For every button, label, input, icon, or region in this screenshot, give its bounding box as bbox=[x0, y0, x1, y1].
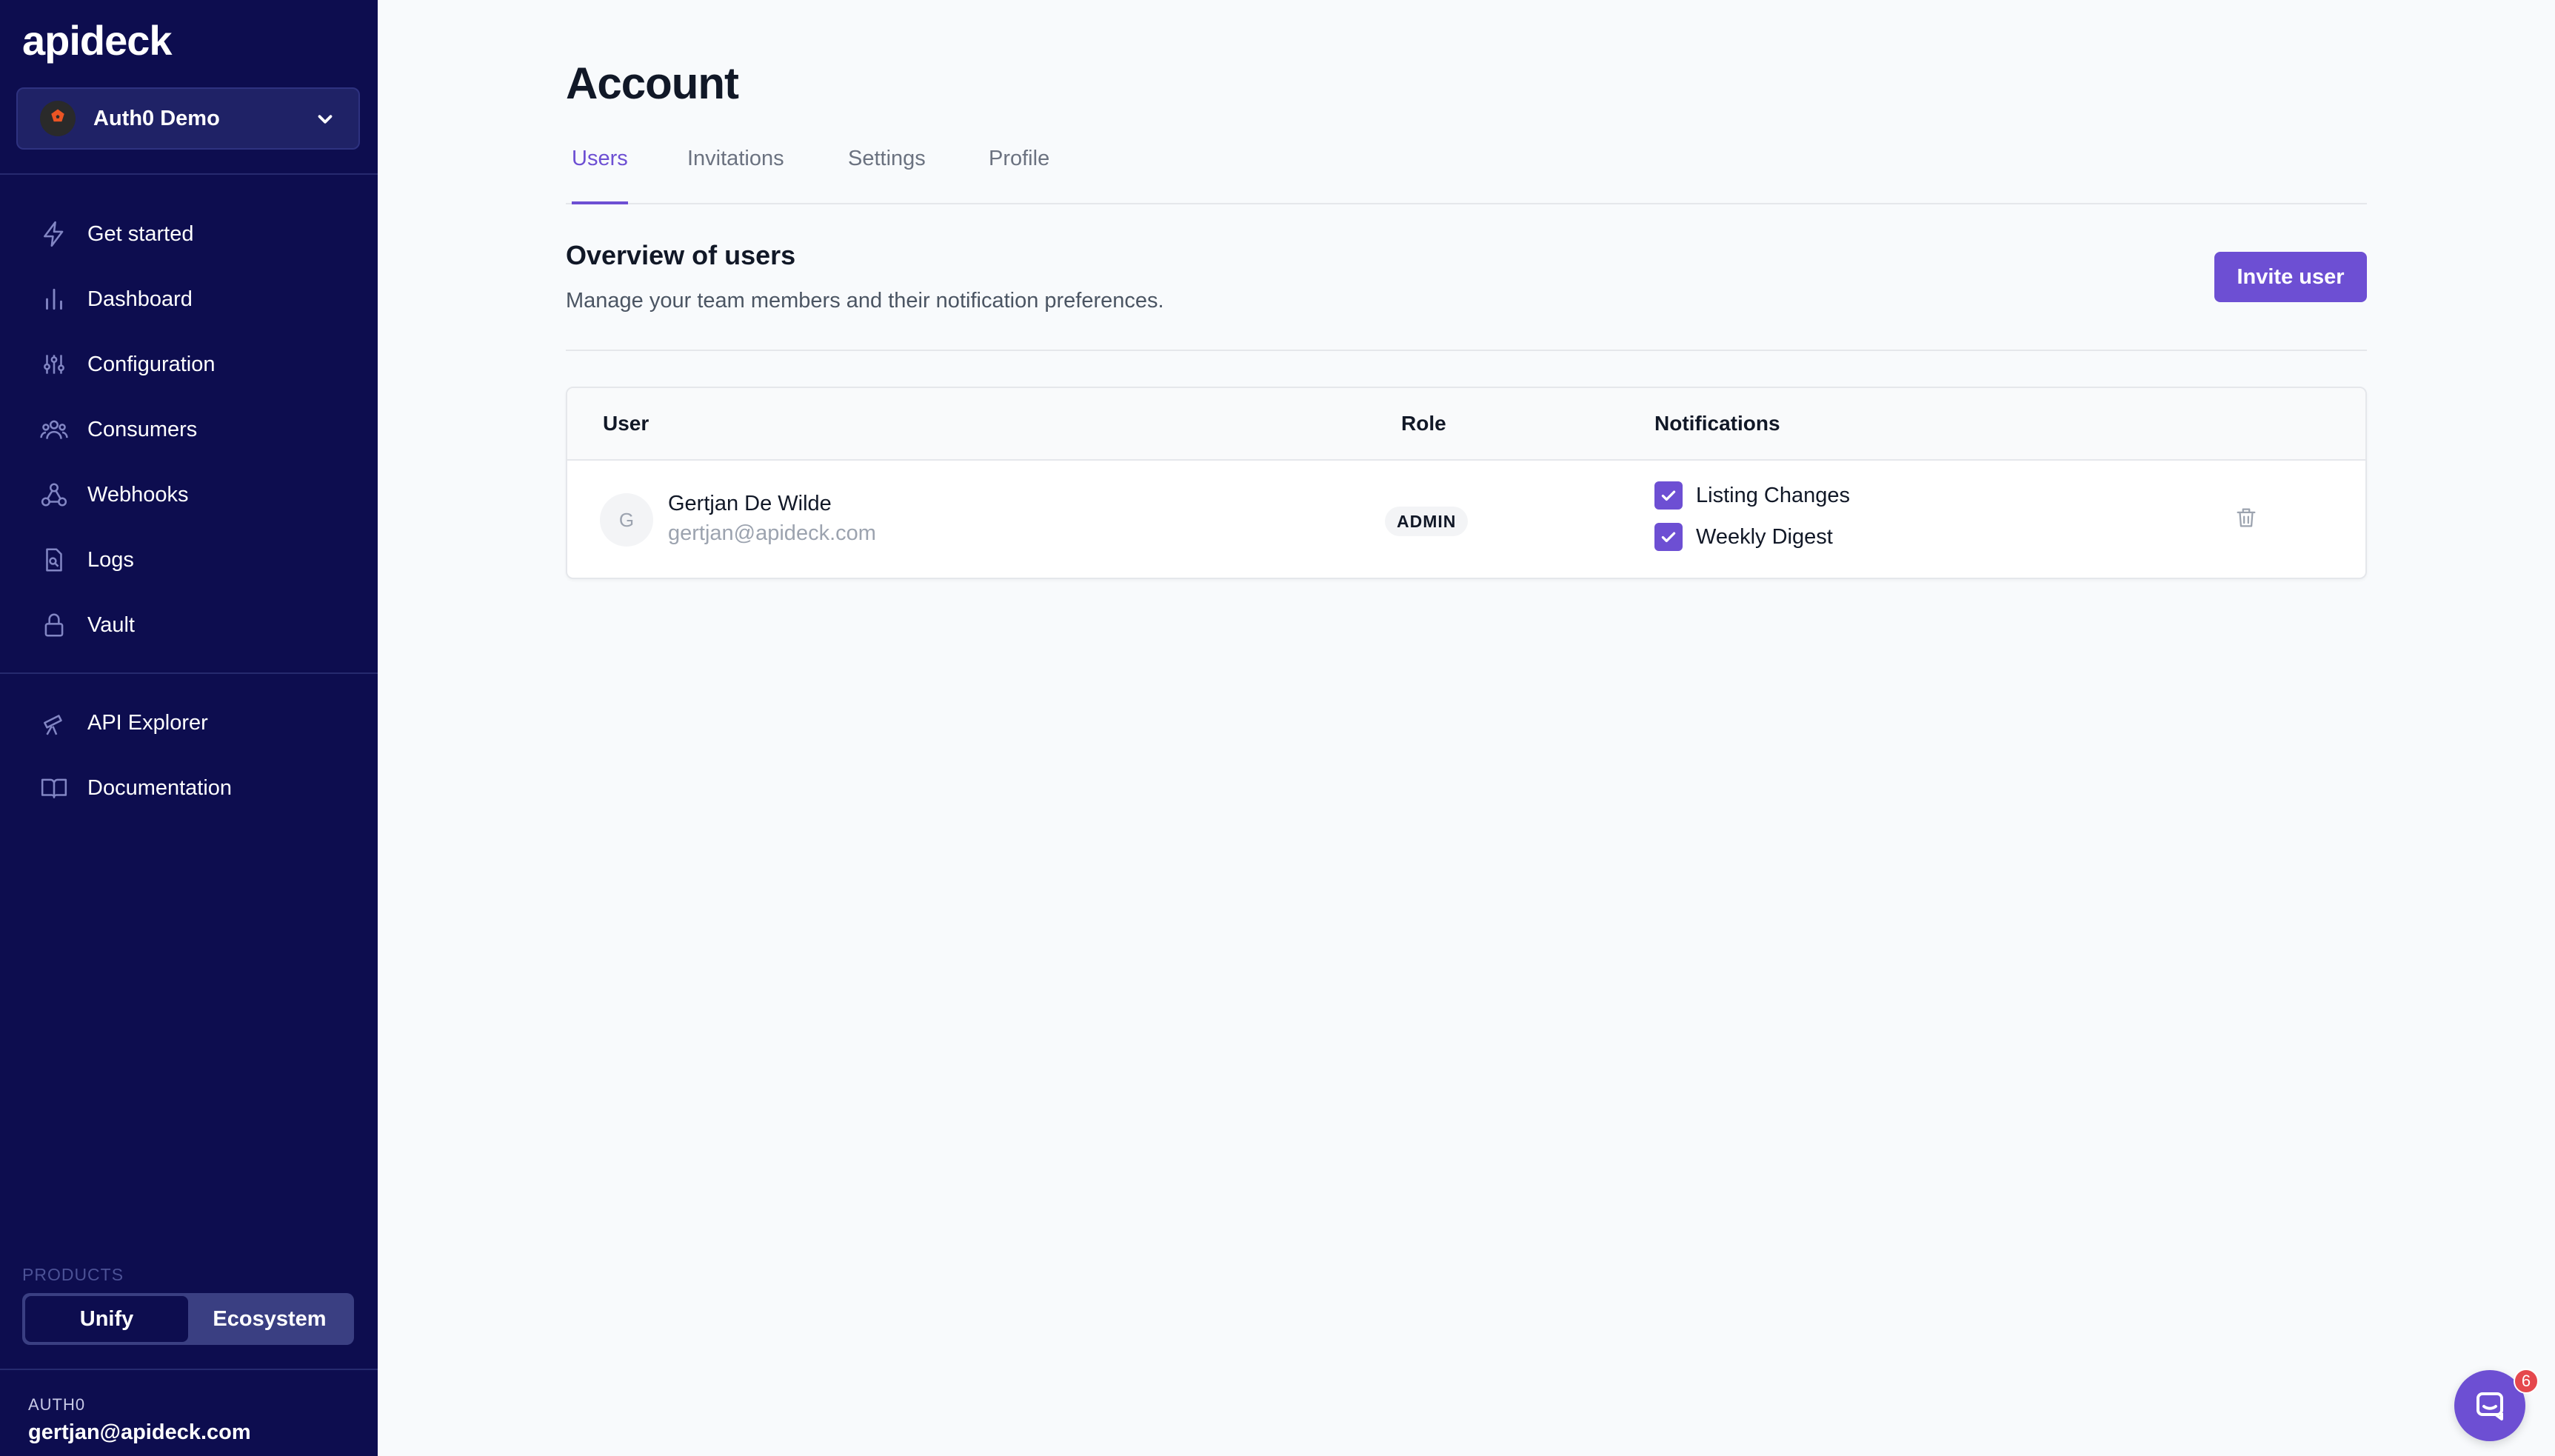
column-header-notifications: Notifications bbox=[1654, 412, 1780, 435]
sidebar-item-label: Logs bbox=[87, 547, 134, 572]
workspace-name: Auth0 Demo bbox=[93, 106, 220, 130]
sidebar-item-vault[interactable]: Vault bbox=[0, 592, 378, 658]
section-divider bbox=[566, 350, 2367, 351]
user-email: gertjan@apideck.com bbox=[668, 521, 876, 545]
tab-profile[interactable]: Profile bbox=[989, 145, 1049, 203]
lock-icon bbox=[44, 613, 64, 637]
tab-invitations[interactable]: Invitations bbox=[687, 145, 784, 203]
check-icon bbox=[1661, 490, 1676, 501]
org-label: AUTH0 bbox=[28, 1395, 86, 1414]
sidebar-item-get-started[interactable]: Get started bbox=[0, 201, 378, 267]
check-icon bbox=[1661, 532, 1676, 543]
sidebar-item-configuration[interactable]: Configuration bbox=[0, 332, 378, 397]
invite-user-button[interactable]: Invite user bbox=[2214, 252, 2367, 302]
book-icon bbox=[41, 778, 67, 798]
tab-settings[interactable]: Settings bbox=[848, 145, 926, 203]
sidebar-secondary-nav: API Explorer Documentation bbox=[0, 690, 378, 821]
weekly-digest-checkbox[interactable] bbox=[1654, 523, 1683, 551]
apideck-logo[interactable]: apideck bbox=[22, 16, 173, 64]
column-header-user: User bbox=[603, 412, 649, 435]
page-title: Account bbox=[566, 59, 739, 108]
sidebar: apideck Auth0 Demo Get started Dashboard… bbox=[0, 0, 378, 1456]
sidebar-item-dashboard[interactable]: Dashboard bbox=[0, 267, 378, 332]
sidebar-item-consumers[interactable]: Consumers bbox=[0, 397, 378, 462]
column-header-role: Role bbox=[1401, 412, 1446, 435]
chat-icon bbox=[2476, 1392, 2503, 1420]
sidebar-item-webhooks[interactable]: Webhooks bbox=[0, 462, 378, 527]
users-table: User Role Notifications G Gertjan De Wil… bbox=[566, 387, 2367, 579]
document-search-icon bbox=[46, 548, 62, 572]
sidebar-item-label: Webhooks bbox=[87, 482, 189, 507]
sidebar-item-label: Get started bbox=[87, 221, 194, 246]
sidebar-item-label: Configuration bbox=[87, 352, 216, 376]
section-title: Overview of users bbox=[566, 240, 796, 270]
sidebar-item-logs[interactable]: Logs bbox=[0, 527, 378, 592]
notification-label: Listing Changes bbox=[1696, 483, 1850, 507]
sidebar-item-documentation[interactable]: Documentation bbox=[0, 755, 378, 821]
notification-label: Weekly Digest bbox=[1696, 524, 1833, 549]
lightning-icon bbox=[44, 221, 64, 247]
chat-notification-badge: 6 bbox=[2514, 1369, 2539, 1394]
notification-listing-changes: Listing Changes bbox=[1654, 481, 1850, 510]
sidebar-item-label: API Explorer bbox=[87, 710, 208, 735]
chevron-down-icon bbox=[318, 115, 333, 124]
avatar: G bbox=[600, 493, 653, 547]
sidebar-item-api-explorer[interactable]: API Explorer bbox=[0, 690, 378, 755]
sidebar-item-label: Documentation bbox=[87, 775, 233, 800]
table-header: User Role Notifications bbox=[567, 388, 2365, 461]
section-description: Manage your team members and their notif… bbox=[566, 289, 1164, 313]
table-row: G Gertjan De Wilde gertjan@apideck.com A… bbox=[567, 461, 2365, 578]
bar-chart-icon bbox=[46, 288, 62, 310]
account-tabs: Users Invitations Settings Profile bbox=[566, 145, 2367, 204]
sidebar-divider bbox=[0, 173, 378, 175]
sidebar-divider bbox=[0, 672, 378, 674]
sidebar-item-label: Consumers bbox=[87, 417, 198, 441]
sidebar-nav: Get started Dashboard Configuration Cons… bbox=[0, 201, 378, 658]
trash-icon[interactable] bbox=[2234, 505, 2259, 530]
user-name: Gertjan De Wilde bbox=[668, 492, 832, 515]
telescope-icon bbox=[44, 715, 62, 735]
auth0-logo-icon bbox=[40, 101, 76, 136]
notification-weekly-digest: Weekly Digest bbox=[1654, 523, 1833, 551]
org-email[interactable]: gertjan@apideck.com bbox=[28, 1420, 251, 1445]
products-label: PRODUCTS bbox=[22, 1265, 124, 1284]
listing-changes-checkbox[interactable] bbox=[1654, 481, 1683, 510]
users-icon bbox=[40, 420, 68, 439]
product-unify-button[interactable]: Unify bbox=[25, 1296, 188, 1342]
product-switcher: Unify Ecosystem bbox=[22, 1293, 354, 1345]
sidebar-item-label: Dashboard bbox=[87, 287, 193, 311]
workspace-selector[interactable]: Auth0 Demo bbox=[16, 87, 360, 150]
sidebar-divider bbox=[0, 1369, 378, 1370]
webhook-icon bbox=[41, 483, 67, 507]
role-badge: ADMIN bbox=[1385, 507, 1469, 536]
product-ecosystem-button[interactable]: Ecosystem bbox=[188, 1296, 351, 1342]
sliders-icon bbox=[44, 355, 64, 374]
sidebar-item-label: Vault bbox=[87, 612, 135, 637]
tab-users[interactable]: Users bbox=[572, 145, 628, 204]
